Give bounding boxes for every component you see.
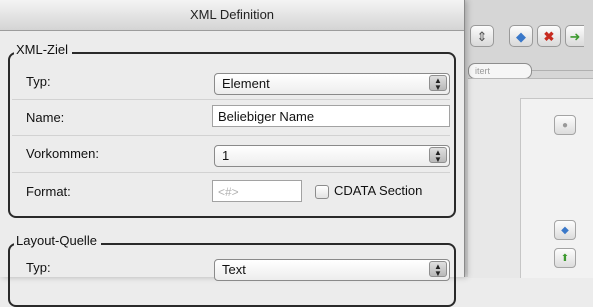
cdata-label: CDATA Section bbox=[334, 183, 423, 198]
up-arrow-icon[interactable]: ⬆ bbox=[554, 248, 576, 268]
layout-typ-popup[interactable]: Text ▲ ▼ bbox=[214, 259, 450, 281]
add-arrow-icon[interactable]: ➜ bbox=[565, 25, 584, 47]
vorkommen-popup-value: 1 bbox=[222, 148, 230, 163]
dialog-title: XML Definition bbox=[189, 7, 275, 22]
background-divider bbox=[532, 70, 593, 71]
dot-icon[interactable]: ● bbox=[554, 115, 576, 135]
diamond-icon[interactable]: ◆ bbox=[509, 25, 533, 47]
xml-ziel-legend: XML-Ziel bbox=[14, 42, 73, 58]
popup-arrows-icon: ▲ ▼ bbox=[429, 261, 447, 278]
cdata-checkbox[interactable] bbox=[315, 185, 329, 199]
row-separator bbox=[12, 172, 450, 173]
name-label: Name: bbox=[26, 110, 65, 125]
typ-popup-value: Element bbox=[222, 76, 270, 91]
xml-definition-dialog: XML Definition XML-Ziel Typ: Element ▲ ▼ … bbox=[0, 0, 465, 307]
format-label: Format: bbox=[26, 184, 71, 199]
typ-popup[interactable]: Element ▲ ▼ bbox=[214, 73, 450, 95]
layout-typ-popup-value: Text bbox=[222, 262, 246, 277]
vorkommen-popup[interactable]: 1 ▲ ▼ bbox=[214, 145, 450, 167]
row-separator bbox=[12, 99, 450, 100]
background-tab-pill[interactable]: itert bbox=[468, 63, 532, 79]
diamond-icon[interactable]: ◆ bbox=[554, 220, 576, 240]
popup-arrows-icon: ▲ ▼ bbox=[429, 147, 447, 164]
vorkommen-label: Vorkommen: bbox=[26, 146, 99, 161]
row-separator bbox=[12, 135, 450, 136]
stepper-icon[interactable]: ⇕ bbox=[470, 25, 494, 47]
popup-arrows-icon: ▲ ▼ bbox=[429, 75, 447, 92]
dialog-titlebar: XML Definition bbox=[0, 0, 464, 31]
delete-icon[interactable]: ✖ bbox=[537, 25, 561, 47]
format-field[interactable]: <#> bbox=[212, 180, 302, 202]
name-field[interactable]: Beliebiger Name bbox=[212, 105, 450, 127]
typ-label: Typ: bbox=[26, 74, 51, 89]
layout-typ-label: Typ: bbox=[26, 260, 51, 275]
layout-quelle-legend: Layout-Quelle bbox=[14, 233, 101, 249]
